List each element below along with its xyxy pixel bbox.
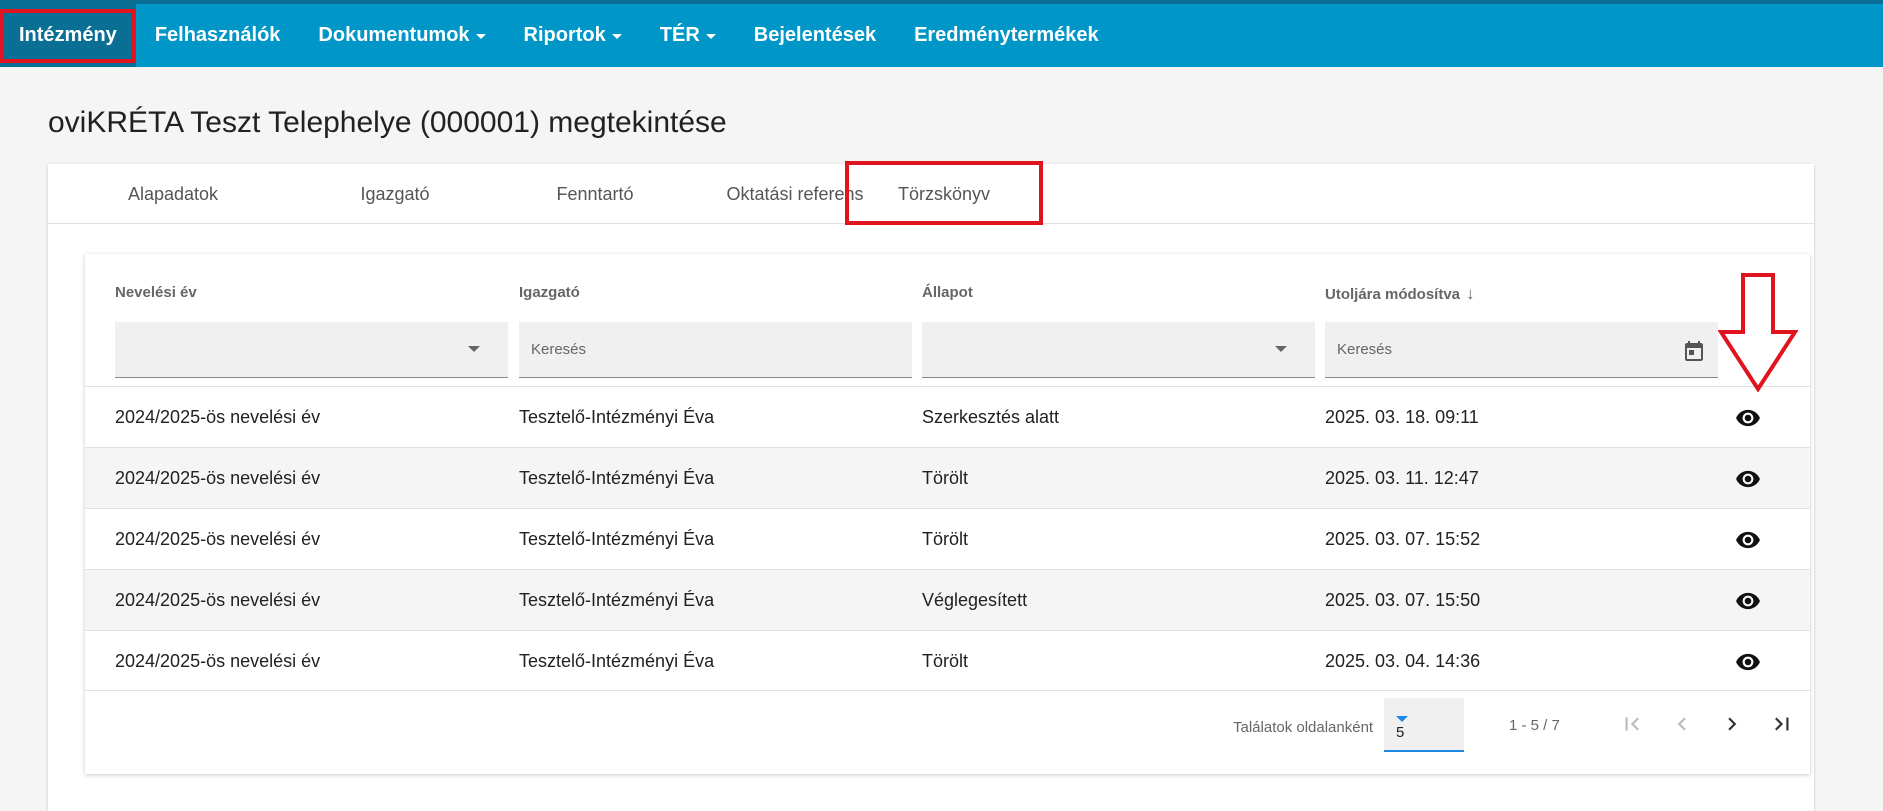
view-eye-icon[interactable]: [1733, 527, 1763, 553]
tab-torzskonyv[interactable]: Törzskönyv: [849, 164, 1039, 224]
tab-fenntarto[interactable]: Fenntartó: [510, 164, 680, 224]
view-eye-icon[interactable]: [1733, 588, 1763, 614]
header-utoljara-modositva[interactable]: Utoljára módosítva ↓: [1325, 284, 1475, 304]
cell-igazgato: Tesztelő-Intézményi Éva: [519, 468, 715, 488]
dropdown-arrow-icon: [468, 346, 480, 352]
cell-igazgato: Tesztelő-Intézményi Éva: [519, 407, 715, 427]
page-title: oviKRÉTA Teszt Telephelye (000001) megte…: [48, 106, 727, 139]
nav-riportok-label: Riportok: [523, 24, 606, 46]
tab-label: Alapadatok: [127, 183, 219, 204]
cell-allapot: Törölt: [922, 468, 969, 488]
cell-igazgato: Tesztelő-Intézményi Éva: [519, 651, 715, 671]
table-row: 2024/2025-ös nevelési év Tesztelő-Intézm…: [85, 630, 1810, 691]
caret-down-icon: [611, 34, 622, 39]
pagination-footer: Találatok oldalanként 5 1 - 5 / 7: [85, 690, 1810, 774]
first-page-button[interactable]: [1615, 707, 1649, 741]
torzskonyv-table: Nevelési év Igazgató Állapot Utoljára mó…: [85, 254, 1810, 774]
table-row: 2024/2025-ös nevelési év Tesztelő-Intézm…: [85, 569, 1810, 630]
cell-modositva: 2025. 03. 07. 15:52: [1325, 529, 1481, 549]
header-label: Nevelési év: [115, 284, 197, 301]
tab-label: Törzskönyv: [897, 183, 991, 204]
cell-nevelesi-ev: 2024/2025-ös nevelési év: [115, 468, 321, 488]
cell-igazgato: Tesztelő-Intézményi Éva: [519, 590, 715, 610]
nav-felhasznalok[interactable]: Felhasználók: [136, 4, 300, 67]
nav-bejelentesek-label: Bejelentések: [753, 24, 877, 46]
header-label: Állapot: [922, 284, 973, 301]
view-eye-icon[interactable]: [1733, 649, 1763, 675]
sort-desc-icon: ↓: [1466, 284, 1475, 303]
view-eye-icon[interactable]: [1733, 405, 1763, 431]
cell-allapot: Véglegesített: [922, 590, 1028, 610]
next-page-button[interactable]: [1715, 707, 1749, 741]
tab-label: Oktatási referens: [726, 183, 864, 204]
header-igazgato[interactable]: Igazgató: [519, 284, 580, 301]
table-row: 2024/2025-ös nevelési év Tesztelő-Intézm…: [85, 386, 1810, 447]
nav-riportok[interactable]: Riportok: [505, 4, 641, 67]
top-navbar: Intézmény Felhasználók Dokumentumok Ripo…: [0, 0, 1883, 67]
cell-igazgato: Tesztelő-Intézményi Éva: [519, 529, 715, 549]
content-card: Alapadatok Igazgató Fenntartó Oktatási r…: [48, 161, 1814, 811]
caret-down-icon: [705, 34, 716, 39]
cell-modositva: 2025. 03. 18. 09:11: [1325, 407, 1479, 427]
filter-nevelesi-ev-select[interactable]: [115, 322, 508, 378]
last-page-icon: [1775, 717, 1789, 731]
table-row: 2024/2025-ös nevelési év Tesztelő-Intézm…: [85, 508, 1810, 569]
chevron-left-icon: [1677, 717, 1686, 731]
tab-bar: Alapadatok Igazgató Fenntartó Oktatási r…: [48, 161, 1814, 225]
cell-modositva: 2025. 03. 11. 12:47: [1325, 468, 1479, 488]
nav-eredmenytermekek[interactable]: Eredménytermékek: [895, 4, 1118, 67]
cell-modositva: 2025. 03. 07. 15:50: [1325, 590, 1481, 610]
per-page-select[interactable]: 5: [1384, 698, 1464, 752]
header-label: Utoljára módosítva: [1325, 285, 1461, 303]
header-nevelesi-ev[interactable]: Nevelési év: [115, 284, 197, 301]
nav-ter-label: TÉR: [659, 24, 700, 46]
cell-nevelesi-ev: 2024/2025-ös nevelési év: [115, 590, 321, 610]
date-search-input[interactable]: [1325, 322, 1718, 377]
cell-allapot: Törölt: [922, 651, 969, 671]
cell-allapot: Törölt: [922, 529, 969, 549]
igazgato-search-input[interactable]: [519, 322, 912, 377]
per-page-value: 5: [1396, 724, 1405, 741]
nav-felhasznalok-label: Felhasználók: [154, 24, 281, 46]
nav-dokumentumok[interactable]: Dokumentumok: [299, 4, 504, 67]
cell-nevelesi-ev: 2024/2025-ös nevelési év: [115, 651, 321, 671]
calendar-icon[interactable]: [1682, 339, 1706, 363]
pagination-range: 1 - 5 / 7: [1509, 717, 1560, 734]
caret-down-icon: [475, 34, 486, 39]
cell-nevelesi-ev: 2024/2025-ös nevelési év: [115, 407, 321, 427]
prev-page-button[interactable]: [1665, 707, 1699, 741]
cell-modositva: 2025. 03. 04. 14:36: [1325, 651, 1481, 671]
tab-label: Igazgató: [360, 183, 430, 204]
nav-ter[interactable]: TÉR: [641, 4, 735, 67]
dropdown-arrow-icon: [1275, 346, 1287, 352]
first-page-icon: [1625, 717, 1639, 731]
cell-nevelesi-ev: 2024/2025-ös nevelési év: [115, 529, 321, 549]
nav-eredmenytermekek-label: Eredménytermékek: [914, 24, 1099, 46]
filter-igazgato-input[interactable]: [519, 322, 912, 378]
filter-modositva-input[interactable]: [1325, 322, 1718, 378]
filter-allapot-select[interactable]: [922, 322, 1315, 378]
nav-bejelentesek[interactable]: Bejelentések: [735, 4, 895, 67]
tab-label: Fenntartó: [556, 183, 634, 204]
per-page-label: Találatok oldalanként: [1233, 719, 1374, 736]
last-page-button[interactable]: [1765, 707, 1799, 741]
table-row: 2024/2025-ös nevelési év Tesztelő-Intézm…: [85, 447, 1810, 508]
nav-intezmeny[interactable]: Intézmény: [0, 4, 136, 67]
view-eye-icon[interactable]: [1733, 466, 1763, 492]
tab-alapadatok[interactable]: Alapadatok: [88, 164, 258, 224]
cell-allapot: Szerkesztés alatt: [922, 407, 1060, 427]
header-label: Igazgató: [519, 284, 580, 301]
dropdown-arrow-icon: [1396, 716, 1408, 722]
chevron-right-icon: [1728, 717, 1737, 731]
header-allapot[interactable]: Állapot: [922, 284, 973, 301]
tab-igazgato[interactable]: Igazgató: [310, 164, 480, 224]
nav-dokumentumok-label: Dokumentumok: [318, 24, 470, 46]
nav-intezmeny-label: Intézmény: [19, 24, 117, 46]
